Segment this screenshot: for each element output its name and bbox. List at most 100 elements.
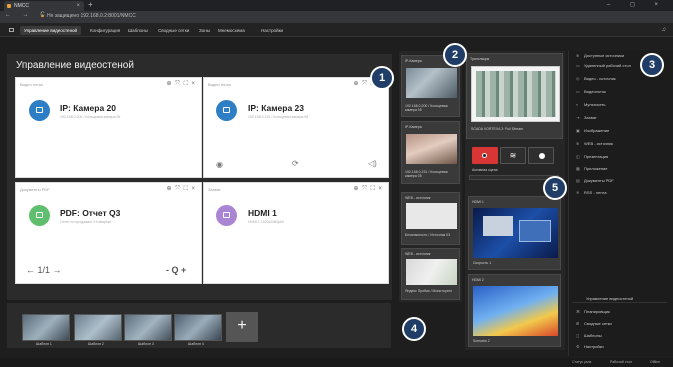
sidebar-item-application[interactable]: ▦ Приложение — [576, 166, 607, 171]
menu-item-zones[interactable]: Зоны — [195, 26, 214, 35]
refresh-icon[interactable]: ⟳ — [292, 159, 299, 168]
volume-icon[interactable]: ◁) — [368, 159, 377, 168]
output-preview — [473, 208, 558, 258]
broadcast-card[interactable]: Трансляция SCADA VORTEXA 2: Full Stream — [466, 53, 563, 139]
url-field[interactable]: ▲ Не защищено 192.168.0.2:8001/NMCC — [40, 13, 136, 19]
source-subtitle: Безопасность / Источник 03 — [405, 233, 451, 237]
tab-close-icon[interactable]: × — [76, 1, 80, 11]
output-preview — [473, 286, 558, 336]
panel-title: IP: Камера 20 — [60, 103, 116, 113]
panel-title: HDMI 1 — [248, 208, 277, 218]
panel-toggle-icon[interactable] — [9, 28, 14, 32]
broadcast-label: Трансляция — [470, 57, 490, 61]
monitor-icon: ▭ — [576, 63, 580, 68]
browser-tab[interactable]: NMCC × — [4, 1, 84, 11]
sidebar-item-available-sources[interactable]: ⊕ Доступные источники — [576, 53, 624, 58]
output-card[interactable]: HDMI 2 Scenario 2 — [468, 274, 561, 347]
sidebar-item-pdf[interactable]: ▤ Документы PDF — [576, 178, 614, 183]
output-label: HDMI 1 — [472, 200, 484, 204]
callout-4: 4 — [402, 317, 426, 341]
capture-icon: ⇥ — [576, 115, 580, 120]
menu-item-mnemonic[interactable]: Мнемосхема — [214, 26, 249, 35]
plus-circle-icon: ⊕ — [576, 53, 580, 58]
stop-button[interactable] — [472, 147, 498, 164]
favicon-icon — [7, 4, 11, 8]
template-thumbnail[interactable] — [174, 314, 222, 341]
source-label: WEB - источник — [405, 196, 431, 200]
menu-item-grids[interactable]: Сводные сетки — [154, 26, 193, 35]
page-title: Управление видеостеной — [16, 60, 134, 71]
sidebar-item-presentation[interactable]: ◫ Презентация — [576, 154, 608, 159]
gear-icon: ⚙ — [576, 344, 580, 349]
sidebar-item-remote-desktop[interactable]: ▭ Удаленный рабочий стол — [576, 63, 631, 68]
menu-item-templates[interactable]: Шаблоны — [124, 26, 152, 35]
wall-panel-camera-20[interactable]: Видео поток ⊕ ⤧ ⛶ × IP: Камера 20 192.16… — [15, 77, 202, 178]
source-label: IP-Камера — [405, 59, 422, 63]
panel-subtitle: HDMI 1 1920x1080p60 — [248, 220, 284, 224]
menu-item-config[interactable]: Конфигурация — [86, 26, 124, 35]
sidebar-item-multinet[interactable]: ▿ Мультисеть — [576, 102, 605, 107]
panel-controls[interactable]: ⊕ ⤧ ⛶ × — [166, 185, 196, 193]
status-node: Статус узла — [572, 360, 592, 364]
new-tab-button[interactable]: + — [88, 0, 93, 10]
sidebar-item-videostream[interactable]: ▭ Видеопоток — [576, 89, 606, 94]
wall-panel-camera-23[interactable]: Видео поток ⊕ ⤧ ⛶ × IP: Камера 23 192.16… — [203, 77, 389, 178]
source-thumbnail — [406, 259, 457, 285]
sidebar-label: Планировщик — [584, 309, 610, 314]
document-icon — [29, 205, 50, 226]
sidebar-item-summary-grids[interactable]: ⊞ Сводные сетки — [576, 321, 612, 326]
window-controls[interactable]: – ◻ × — [607, 0, 667, 10]
sidebar-divider — [572, 302, 667, 303]
sidebar-item-image[interactable]: ▣ Изображение — [576, 128, 609, 133]
source-card[interactable]: IP-Камера 192.168.0.231 / Кольцевая каме… — [401, 121, 460, 184]
wall-panel-hdmi[interactable]: Захват ⊕ ⤧ ⛶ × HDMI 1 HDMI 1 1920x1080p6… — [203, 182, 389, 284]
sidebar-item-video-source[interactable]: ◎ Видео - источник — [576, 76, 616, 81]
template-name: Шаблон 1 — [36, 342, 52, 346]
input-icon — [216, 205, 237, 226]
image-icon: ▣ — [576, 128, 580, 133]
callout-3: 3 — [640, 53, 664, 77]
bell-icon[interactable]: ♫ — [662, 27, 667, 33]
camera-icon — [216, 100, 237, 121]
panel-controls[interactable]: ⊕ ⤧ ⛶ × — [166, 80, 196, 88]
output-subtitle: Scenario 2 — [473, 339, 490, 343]
menu-item-settings[interactable]: Настройки — [257, 26, 287, 35]
source-card[interactable]: WEB - источник Безопасность / Источник 0… — [401, 192, 460, 245]
sidebar-label: Доступные источники — [584, 53, 625, 58]
pdf-zoom-controls[interactable]: - Q + — [166, 265, 186, 275]
template-thumbnail[interactable] — [74, 314, 122, 341]
template-name: Шаблон 2 — [88, 342, 104, 346]
panel-subtitle: Отчет по продажам 3 й квартал — [60, 220, 112, 224]
sidebar-label: Приложение — [584, 166, 608, 171]
stream-button[interactable]: ≋ — [500, 147, 526, 164]
sidebar-label: Захват — [584, 115, 597, 120]
sidebar-item-settings[interactable]: ⚙ Настройки — [576, 344, 604, 349]
panel-controls[interactable]: ⊕ ⤧ ⛶ × — [353, 185, 383, 193]
sidebar-item-capture[interactable]: ⇥ Захват — [576, 115, 597, 120]
sidebar-label: Настройки — [584, 344, 604, 349]
sidebar-label: WEB - источник — [584, 141, 614, 146]
sidebar-label: Изображение — [584, 128, 610, 133]
template-thumbnail[interactable] — [22, 314, 70, 341]
video-icon: ◎ — [576, 76, 580, 81]
record-button[interactable] — [528, 147, 554, 164]
stream-icon: ▭ — [576, 89, 580, 94]
app-icon: ▦ — [576, 166, 580, 171]
sidebar-label: Шаблоны — [584, 333, 602, 338]
source-card[interactable]: WEB - источник Яндекс Пробки / Мониторин… — [401, 248, 460, 300]
sidebar-item-templates[interactable]: ◻ Шаблоны — [576, 333, 602, 338]
output-card[interactable]: HDMI 1 Скорость 1 — [468, 196, 561, 270]
pdf-page-nav[interactable]: ← 1/1 → — [26, 265, 62, 275]
wall-panel-pdf[interactable]: Документы PDF ⊕ ⤧ ⛶ × PDF: Отчет Q3 Отче… — [15, 182, 202, 284]
source-subtitle: Яндекс Пробки / Мониторинг — [405, 289, 452, 293]
camera-icon — [29, 100, 50, 121]
sidebar-item-web-source[interactable]: ⊕ WEB - источник — [576, 141, 613, 146]
panel-title: IP: Камера 23 — [248, 103, 304, 113]
output-label: HDMI 2 — [472, 278, 484, 282]
add-template-button[interactable]: + — [226, 312, 258, 342]
sidebar-item-scheduler[interactable]: ⌘ Планировщик — [576, 309, 610, 314]
template-thumbnail[interactable] — [124, 314, 172, 341]
menu-item-videowall[interactable]: Управление видеостеной — [20, 26, 82, 35]
sidebar-item-rss[interactable]: ≋ RSS - лента — [576, 190, 607, 195]
play-pause-icon[interactable]: ◉ — [216, 160, 223, 169]
